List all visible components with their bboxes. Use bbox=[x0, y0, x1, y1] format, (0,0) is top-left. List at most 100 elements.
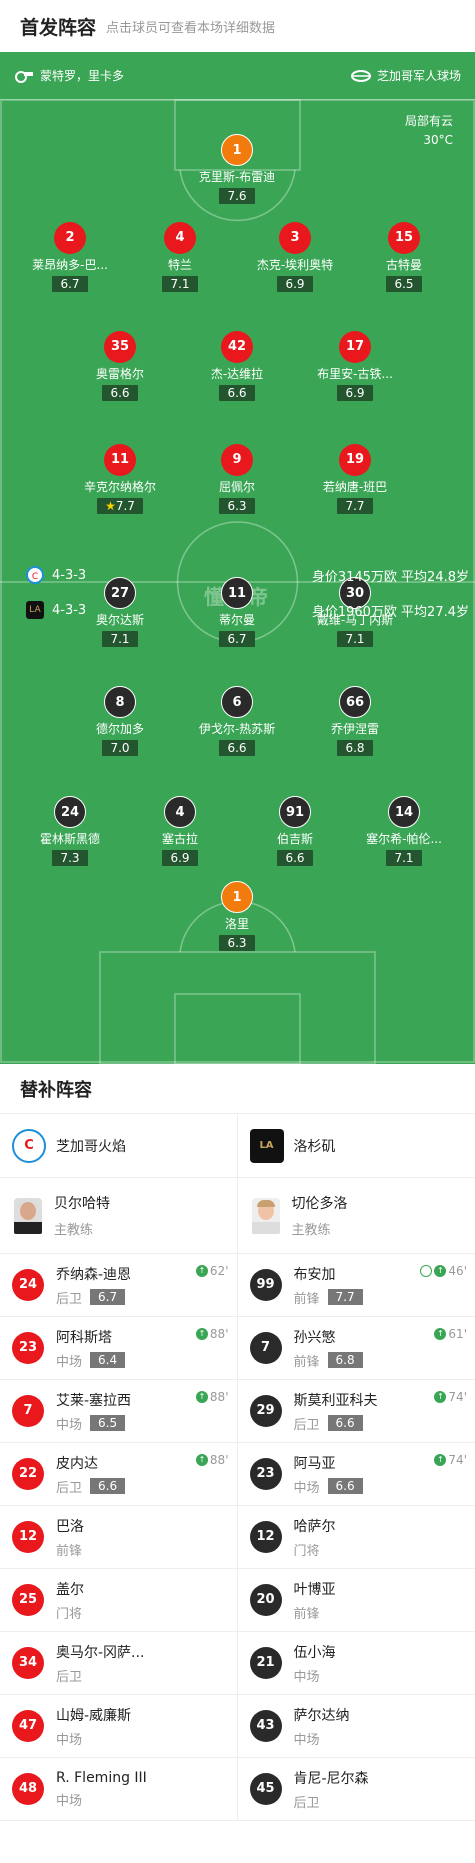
away-player-4[interactable]: 8 德尔加多 7.0 bbox=[65, 686, 175, 756]
rating-value: 6.6 bbox=[227, 741, 247, 755]
lineup-hint: 点击球员可查看本场详细数据 bbox=[106, 20, 276, 36]
home-sub-9[interactable]: 48 R. Fleming III 中场 bbox=[0, 1758, 237, 1821]
away-player-6[interactable]: 66 乔伊涅雷 6.8 bbox=[300, 686, 410, 756]
home-player-8[interactable]: 17 布里安-古铁... 6.9 bbox=[300, 331, 410, 401]
home-sub-8[interactable]: 47 山姆-威廉斯 中场 bbox=[0, 1695, 237, 1758]
player-rating: 7.6 bbox=[219, 188, 255, 204]
sub-number: 43 bbox=[249, 1710, 282, 1742]
player-rating: ★7.7 bbox=[97, 498, 143, 514]
player-number: 11 bbox=[104, 444, 136, 476]
away-sub-team[interactable]: LA 洛杉矶 bbox=[237, 1114, 475, 1178]
away-player-5[interactable]: 6 伊戈尔-热苏斯 6.6 bbox=[182, 686, 292, 756]
sub-in-indicator: ↑ 62' bbox=[195, 1264, 229, 1278]
away-player-8[interactable]: 4 塞古拉 6.9 bbox=[125, 796, 235, 866]
player-name: 伯吉斯 bbox=[276, 832, 313, 846]
home-sub-4[interactable]: 22 皮内达 后卫 6.6 ↑ 88' bbox=[0, 1443, 237, 1506]
sub-rating: 6.6 bbox=[327, 1478, 363, 1494]
player-rating: 6.9 bbox=[162, 850, 198, 866]
sub-name: 阿马亚 bbox=[293, 1455, 336, 1472]
away-player-7[interactable]: 24 霍林斯黑德 7.3 bbox=[15, 796, 125, 866]
home-player-5[interactable]: 15 古特曼 6.5 bbox=[349, 222, 459, 292]
home-player-2[interactable]: 2 莱昂纳多-巴... 6.7 bbox=[15, 222, 125, 292]
home-sub-team[interactable]: C 芝加哥火焰 bbox=[0, 1114, 237, 1178]
home-player-1[interactable]: 1 克里斯-布雷迪 7.6 bbox=[182, 134, 292, 204]
away-sub-9[interactable]: 45 肯尼-尼尔森 后卫 bbox=[237, 1758, 475, 1821]
coach-photo bbox=[251, 1197, 280, 1234]
player-name: 霍林斯黑德 bbox=[39, 832, 100, 846]
sub-position: 后卫 bbox=[56, 1291, 83, 1307]
player-number: 1 bbox=[221, 881, 253, 913]
home-sub-1[interactable]: 24 乔纳森-迪恩 后卫 6.7 ↑ 62' bbox=[0, 1254, 237, 1317]
player-number: 42 bbox=[221, 331, 253, 363]
sub-name: 肯尼-尼尔森 bbox=[293, 1770, 369, 1787]
home-summary: 身价3145万欧 平均24.8岁 bbox=[311, 569, 469, 585]
player-name: 德尔加多 bbox=[95, 722, 144, 736]
player-number: 66 bbox=[339, 686, 371, 718]
weather-info: 局部有云 30°C bbox=[405, 112, 453, 150]
sub-name: 孙兴慜 bbox=[293, 1329, 336, 1346]
sub-position: 中场 bbox=[293, 1669, 320, 1685]
home-player-11[interactable]: 19 若纳唐-班巴 7.7 bbox=[300, 444, 410, 514]
away-player-9[interactable]: 91 伯吉斯 6.6 bbox=[240, 796, 350, 866]
home-coach-role: 主教练 bbox=[54, 1223, 94, 1238]
sub-position: 前锋 bbox=[293, 1606, 320, 1622]
home-sub-2[interactable]: 23 阿科斯塔 中场 6.4 ↑ 88' bbox=[0, 1317, 237, 1380]
goal-icon bbox=[420, 1265, 433, 1277]
star-icon: ★ bbox=[105, 499, 116, 513]
sub-in-icon: ↑ bbox=[434, 1265, 447, 1277]
rating-value: 6.7 bbox=[227, 632, 247, 646]
home-sub-7[interactable]: 34 奥马尔-冈萨... 后卫 bbox=[0, 1632, 237, 1695]
away-coach-role: 主教练 bbox=[291, 1223, 331, 1238]
sub-in-icon: ↑ bbox=[195, 1454, 208, 1466]
away-sub-2[interactable]: 7 孙兴慜 前锋 6.8 ↑ 61' bbox=[237, 1317, 475, 1380]
rating-value: 6.9 bbox=[285, 277, 305, 291]
home-player-9[interactable]: 11 辛克尔纳格尔 ★7.7 bbox=[65, 444, 175, 514]
sub-name: 艾莱-塞拉西 bbox=[56, 1392, 132, 1409]
away-sub-4[interactable]: 23 阿马亚 中场 6.6 ↑ 74' bbox=[237, 1443, 475, 1506]
home-player-10[interactable]: 9 屈佩尔 6.3 bbox=[182, 444, 292, 514]
home-player-4[interactable]: 3 杰克-埃利奥特 6.9 bbox=[240, 222, 350, 292]
sub-number: 7 bbox=[12, 1395, 44, 1427]
home-sub-6[interactable]: 25 盖尔 门将 bbox=[0, 1569, 237, 1632]
stadium-icon bbox=[350, 69, 371, 82]
player-name: 杰-达维拉 bbox=[210, 367, 264, 381]
rating-value: 7.6 bbox=[227, 189, 247, 203]
sub-rating: 6.4 bbox=[90, 1352, 126, 1368]
away-player-11[interactable]: 1 洛里 6.3 bbox=[182, 881, 292, 951]
sub-in-icon: ↑ bbox=[195, 1328, 208, 1340]
player-number: 4 bbox=[164, 796, 196, 828]
home-player-7[interactable]: 42 杰-达维拉 6.6 bbox=[182, 331, 292, 401]
home-player-6[interactable]: 35 奥雷格尔 6.6 bbox=[65, 331, 175, 401]
temperature: 30°C bbox=[423, 133, 453, 147]
sub-name: 斯莫利亚科夫 bbox=[293, 1392, 378, 1409]
player-name: 布里安-古铁... bbox=[317, 367, 393, 381]
away-coach[interactable]: 切伦多洛 主教练 bbox=[237, 1178, 475, 1254]
player-number: 9 bbox=[221, 444, 253, 476]
home-sub-team-name: 芝加哥火焰 bbox=[56, 1138, 126, 1155]
away-sub-1[interactable]: 99 布安加 前锋 7.7 ↑ 46' bbox=[237, 1254, 475, 1317]
home-sub-3[interactable]: 7 艾莱-塞拉西 中场 6.5 ↑ 88' bbox=[0, 1380, 237, 1443]
player-name: 屈佩尔 bbox=[218, 480, 255, 494]
away-sub-5[interactable]: 12 哈萨尔 门将 bbox=[237, 1506, 475, 1569]
home-sub-5[interactable]: 12 巴洛 前锋 bbox=[0, 1506, 237, 1569]
home-coach[interactable]: 贝尔哈特 主教练 bbox=[0, 1178, 237, 1254]
rating-value: 6.7 bbox=[60, 277, 80, 291]
sub-number: 24 bbox=[12, 1269, 44, 1301]
player-rating: 6.9 bbox=[277, 276, 313, 292]
sub-in-time: 74' bbox=[448, 1390, 467, 1404]
away-coach-name: 切伦多洛 bbox=[291, 1196, 348, 1212]
rating-value: 6.9 bbox=[345, 386, 365, 400]
substitutes-title: 替补阵容 bbox=[0, 1064, 475, 1114]
player-rating: 7.1 bbox=[162, 276, 198, 292]
sub-in-icon: ↑ bbox=[195, 1265, 208, 1277]
away-player-10[interactable]: 14 塞尔希-帕伦... 7.1 bbox=[349, 796, 459, 866]
player-name: 特兰 bbox=[167, 258, 192, 272]
home-player-3[interactable]: 4 特兰 7.1 bbox=[125, 222, 235, 292]
player-name: 奥雷格尔 bbox=[95, 367, 144, 381]
away-sub-3[interactable]: 29 斯莫利亚科夫 后卫 6.6 ↑ 74' bbox=[237, 1380, 475, 1443]
away-sub-7[interactable]: 21 伍小海 中场 bbox=[237, 1632, 475, 1695]
away-sub-8[interactable]: 43 萨尔达纳 中场 bbox=[237, 1695, 475, 1758]
rating-value: 6.3 bbox=[227, 499, 247, 513]
sub-number: 7 bbox=[249, 1332, 282, 1364]
away-sub-6[interactable]: 20 叶博亚 前锋 bbox=[237, 1569, 475, 1632]
